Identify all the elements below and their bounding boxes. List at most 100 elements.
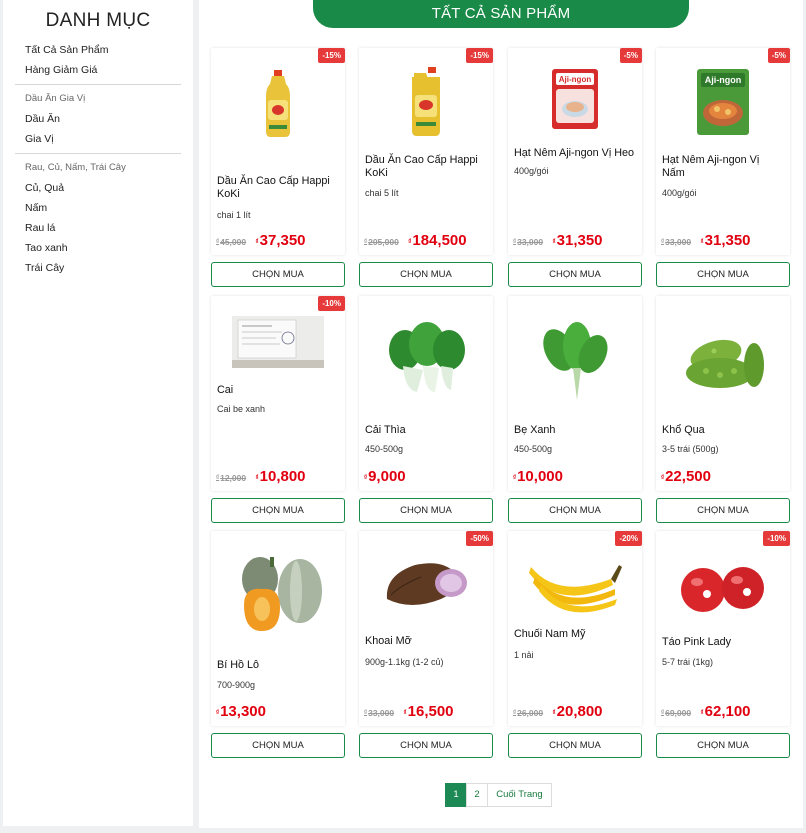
sidebar-group-oil-spice[interactable]: Dầu Ăn Gia Vị [3,89,193,109]
buy-button[interactable]: CHỌN MUA [211,733,345,758]
product-card[interactable]: -10% Cai Cai be xanh ₫12,000 ₫10,800 [211,296,345,491]
product-desc: 450-500g [365,444,404,454]
bitter-melon-image[interactable] [656,324,790,398]
product-card[interactable]: -5% Aji-ngon Hạt Nêm Aji-ngon Vị Heo 400… [508,48,642,255]
discount-badge: -20% [615,531,642,546]
discount-badge: -10% [318,296,345,311]
product-desc: 700-900g [217,680,256,690]
price-block: ₫26,000 ₫20,800 [513,703,640,721]
svg-text:Aji-ngon: Aji-ngon [705,75,742,85]
product-name[interactable]: Khoai Mỡ [365,635,487,648]
product-desc: 3-5 trái (500g) [662,444,719,454]
buy-button[interactable]: CHỌN MUA [359,498,493,523]
sidebar-item-leafy[interactable]: Rau lá [3,218,193,238]
yam-image[interactable] [359,553,493,613]
sale-price: ₫62,100 [700,703,751,720]
divider [15,84,181,85]
oil-bottle-image[interactable] [211,70,345,138]
product-desc: 400g/gói [662,188,697,198]
old-price: ₫26,000 [513,708,544,718]
category-list: Tất Cả Sản Phẩm Hàng Giảm Giá Dầu Ăn Gia… [3,40,193,278]
page-2-button[interactable]: 2 [466,783,488,807]
seasoning-pack-image[interactable]: Aji-ngon [656,66,790,138]
product-name[interactable]: Dầu Ăn Cao Cấp Happi KoKi [217,175,339,201]
buy-button[interactable]: CHỌN MUA [656,262,790,287]
price-block: ₫22,500 [661,468,788,486]
sidebar-item-mushroom[interactable]: Nấm [3,198,193,218]
svg-text:Aji-ngon: Aji-ngon [559,75,592,84]
sidebar-item-roots[interactable]: Củ, Quả [3,178,193,198]
sale-price: ₫16,500 [403,703,454,720]
sale-price: ₫13,300 [216,703,266,720]
pagination: 1 2 Cuối Trang [445,783,552,807]
sidebar-item-green-apple[interactable]: Tao xanh [3,238,193,258]
product-card[interactable]: -20% Chuối Nam Mỹ 1 nải ₫26,000 ₫20,800 [508,531,642,726]
discount-badge: -15% [318,48,345,63]
product-name[interactable]: Khổ Qua [662,424,784,437]
sidebar-item-spice[interactable]: Gia Vị [3,129,193,149]
sidebar-item-all-products[interactable]: Tất Cả Sản Phẩm [3,40,193,60]
sale-price: ₫184,500 [408,232,467,249]
product-card[interactable]: Bí Hồ Lô 700-900g ₫13,300 [211,531,345,726]
buy-button[interactable]: CHỌN MUA [508,262,642,287]
sale-price: ₫37,350 [255,232,306,249]
sidebar-group-produce[interactable]: Rau, Củ, Nấm, Trái Cây [3,158,193,178]
last-page-button[interactable]: Cuối Trang [487,783,552,807]
sale-price: ₫22,500 [661,468,711,485]
discount-badge: -50% [466,531,493,546]
section-banner: TẤT CẢ SẢN PHẨM [313,0,689,28]
sale-price: ₫10,000 [513,468,563,485]
banana-image[interactable] [508,549,642,613]
bok-choy-image[interactable] [359,318,493,398]
product-name[interactable]: Bẹ Xanh [514,424,636,437]
old-price: ₫45,000 [216,237,247,247]
oil-jug-image[interactable] [359,66,493,138]
product-name[interactable]: Cai [217,384,339,397]
apple-image[interactable] [656,561,790,617]
price-block: ₫45,000 ₫37,350 [216,232,343,250]
product-name[interactable]: Dầu Ăn Cao Cấp Happi KoKi [365,154,487,180]
buy-button[interactable]: CHỌN MUA [508,733,642,758]
buy-button[interactable]: CHỌN MUA [656,498,790,523]
product-name[interactable]: Hạt Nêm Aji-ngon Vị Heo [514,147,636,160]
discount-badge: -5% [767,48,790,63]
product-card[interactable]: -15% Dầu Ăn Cao Cấp Happi KoKi chai 5 lí… [359,48,493,255]
price-block: ₫10,000 [513,468,640,486]
product-card[interactable]: -10% Táo Pink Lady 5-7 trái (1kg) ₫69,00… [656,531,790,726]
page-1-button[interactable]: 1 [445,783,467,807]
product-card[interactable]: Khổ Qua 3-5 trái (500g) ₫22,500 [656,296,790,491]
price-block: ₫13,300 [216,703,343,721]
document-photo-image[interactable] [211,316,345,368]
sidebar-item-oil[interactable]: Dầu Ăn [3,109,193,129]
product-card[interactable]: Cải Thìa 450-500g ₫9,000 [359,296,493,491]
sale-price: ₫9,000 [364,468,406,485]
buy-button[interactable]: CHỌN MUA [359,262,493,287]
old-price: ₫33,000 [513,237,544,247]
old-price: ₫12,000 [216,473,247,483]
product-name[interactable]: Cải Thìa [365,424,487,437]
old-price: ₫69,000 [661,708,692,718]
product-card[interactable]: Bẹ Xanh 450-500g ₫10,000 [508,296,642,491]
product-desc: chai 1 lít [217,210,251,220]
sale-price: ₫20,800 [552,703,603,720]
product-name[interactable]: Táo Pink Lady [662,636,784,649]
product-desc: 400g/gói [514,166,549,176]
price-block: ₫33,000 ₫31,350 [661,232,788,250]
seasoning-pack-image[interactable]: Aji-ngon [508,66,642,132]
product-name[interactable]: Hạt Nêm Aji-ngon Vị Nấm [662,154,784,180]
buy-button[interactable]: CHỌN MUA [359,733,493,758]
product-card[interactable]: -50% Khoai Mỡ 900g-1.1kg (1-2 củ) ₫33,00… [359,531,493,726]
buy-button[interactable]: CHỌN MUA [211,498,345,523]
buy-button[interactable]: CHỌN MUA [508,498,642,523]
product-card[interactable]: -5% Aji-ngon Hạt Nêm Aji-ngon Vị Nấm 400… [656,48,790,255]
product-name[interactable]: Bí Hồ Lô [217,659,339,672]
sidebar-item-fruit[interactable]: Trái Cây [3,258,193,278]
price-block: ₫9,000 [364,468,491,486]
buy-button[interactable]: CHỌN MUA [656,733,790,758]
buy-button[interactable]: CHỌN MUA [211,262,345,287]
product-name[interactable]: Chuối Nam Mỹ [514,628,636,641]
pumpkin-image[interactable] [211,549,345,635]
sidebar-item-sale[interactable]: Hàng Giảm Giá [3,60,193,80]
product-card[interactable]: -15% Dầu Ăn Cao Cấp Happi KoKi chai 1 lí… [211,48,345,255]
mustard-greens-image[interactable] [508,322,642,402]
